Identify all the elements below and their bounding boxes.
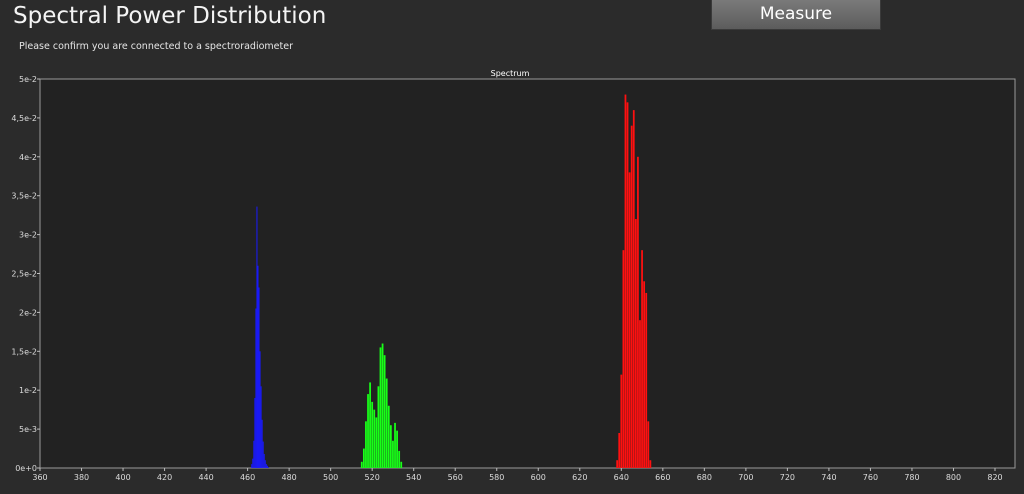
spectrum-bar	[267, 467, 269, 468]
spectrum-bar	[377, 386, 380, 468]
spectrum-bar	[381, 343, 384, 468]
y-tick-label: 3,5e-2	[11, 192, 37, 201]
spectrum-bar	[258, 287, 260, 468]
x-tick-label: 420	[157, 473, 172, 482]
spectrum-bar	[628, 172, 631, 469]
spectrum-bar	[649, 460, 652, 468]
spectrum-bar	[371, 401, 374, 468]
spectrum-bar	[641, 250, 643, 468]
plot-area	[39, 78, 1016, 469]
x-tick-label: 480	[281, 473, 296, 482]
spectrum-bar	[252, 458, 254, 468]
y-tick-label: 3e-2	[19, 231, 37, 240]
y-tick-label: 1,5e-2	[11, 347, 37, 356]
y-tick-label: 5e-2	[19, 75, 37, 84]
spectrum-bar	[265, 464, 267, 468]
x-tick-label: 360	[32, 473, 47, 482]
x-tick-label: 820	[987, 473, 1002, 482]
spectrum-bar	[251, 464, 253, 468]
spectrum-bar	[396, 430, 398, 468]
spectrum-bar	[362, 448, 365, 468]
spectrum-bar	[647, 421, 650, 468]
spectrum-bar	[398, 450, 401, 468]
y-tick-label: 4,5e-2	[11, 114, 37, 123]
spectrum-bar	[643, 281, 646, 468]
x-tick-label: 600	[531, 473, 546, 482]
x-tick-label: 380	[74, 473, 89, 482]
spectrum-bar	[389, 425, 392, 468]
spectrum-bar	[256, 206, 258, 469]
spectrum-bar	[618, 432, 621, 468]
spectrum-bar	[263, 453, 265, 468]
spectrum-bar	[365, 421, 367, 468]
spectrum-chart: Spectrum 0e+0 5e-3 1e-2 1,5e-2 2e-2 2,5e-2 3e-…	[0, 64, 1024, 490]
spectrum-bar	[253, 440, 255, 468]
y-tick-label: 5e-3	[19, 425, 37, 434]
spectrum-bar	[624, 94, 627, 468]
spectrum-bar	[622, 250, 625, 468]
spectrum-bar	[383, 355, 386, 468]
x-tick-label: 440	[198, 473, 213, 482]
spectrum-bar	[394, 422, 396, 468]
spectrum-bar	[620, 374, 623, 468]
spectrum-bar	[266, 465, 268, 468]
x-tick-label: 780	[904, 473, 919, 482]
spectrum-bar	[630, 125, 633, 469]
x-tick-label: 460	[240, 473, 255, 482]
spectrum-bar	[255, 308, 257, 468]
x-tick-label: 680	[697, 473, 712, 482]
x-tick-label: 760	[863, 473, 878, 482]
page-title: Spectral Power Distribution	[13, 3, 327, 29]
spectrum-bar	[392, 440, 394, 468]
x-tick-label: 560	[448, 473, 463, 482]
x-tick-label: 740	[821, 473, 836, 482]
y-axis: 0e+0 5e-3 1e-2 1,5e-2 2e-2 2,5e-2 3e-2 3,5e-2 4e…	[11, 75, 40, 473]
spectrum-svg: Spectrum 0e+0 5e-3 1e-2 1,5e-2 2e-2 2,5e-2 3e-…	[11, 69, 1016, 482]
spectrum-bar	[373, 409, 376, 468]
spectrum-bar	[637, 156, 639, 469]
spectrum-bar	[387, 405, 390, 468]
spectrum-bar	[260, 386, 262, 468]
x-tick-label: 720	[780, 473, 795, 482]
y-tick-label: 1e-2	[19, 386, 37, 395]
chart-title: Spectrum	[491, 69, 530, 78]
connection-hint: Please confirm you are connected to a sp…	[19, 41, 293, 52]
x-tick-label: 580	[489, 473, 504, 482]
x-tick-label: 520	[365, 473, 380, 482]
x-axis: 360 380 400 420 440 460 480 500 520 540 560 580 600 6…	[32, 468, 1003, 482]
x-tick-label: 400	[115, 473, 130, 482]
spectrum-bar	[360, 461, 363, 468]
spectrum-bar	[379, 347, 382, 468]
spectrum-bar	[262, 441, 264, 468]
y-tick-label: 2,5e-2	[11, 270, 37, 279]
spectrum-bar	[254, 397, 256, 468]
x-tick-label: 700	[738, 473, 753, 482]
x-tick-label: 500	[323, 473, 338, 482]
spectrum-bar	[639, 320, 641, 468]
spectrum-bar	[385, 378, 388, 468]
spectrum-bar	[264, 460, 266, 468]
spectrum-bar	[261, 419, 263, 468]
spectrum-bar	[645, 292, 648, 468]
spectrum-bar	[632, 110, 635, 468]
x-tick-label: 660	[655, 473, 670, 482]
x-tick-label: 540	[406, 473, 421, 482]
spectrum-bar	[259, 351, 261, 468]
spectrum-bar	[367, 394, 369, 468]
y-tick-label: 2e-2	[19, 308, 37, 317]
spectrum-bar	[616, 460, 619, 468]
spectrum-bar	[634, 219, 637, 468]
x-tick-label: 620	[572, 473, 587, 482]
spectrum-bar	[400, 461, 403, 468]
x-tick-label: 640	[614, 473, 629, 482]
spectrum-bar	[369, 382, 371, 468]
x-tick-label: 800	[946, 473, 961, 482]
measure-button[interactable]: Measure	[711, 0, 881, 30]
spectrum-bar	[626, 102, 629, 468]
spectrum-bar	[375, 417, 378, 468]
y-tick-label: 4e-2	[19, 153, 37, 162]
spectrum-bar	[257, 265, 259, 468]
y-tick-label: 0e+0	[15, 464, 37, 473]
